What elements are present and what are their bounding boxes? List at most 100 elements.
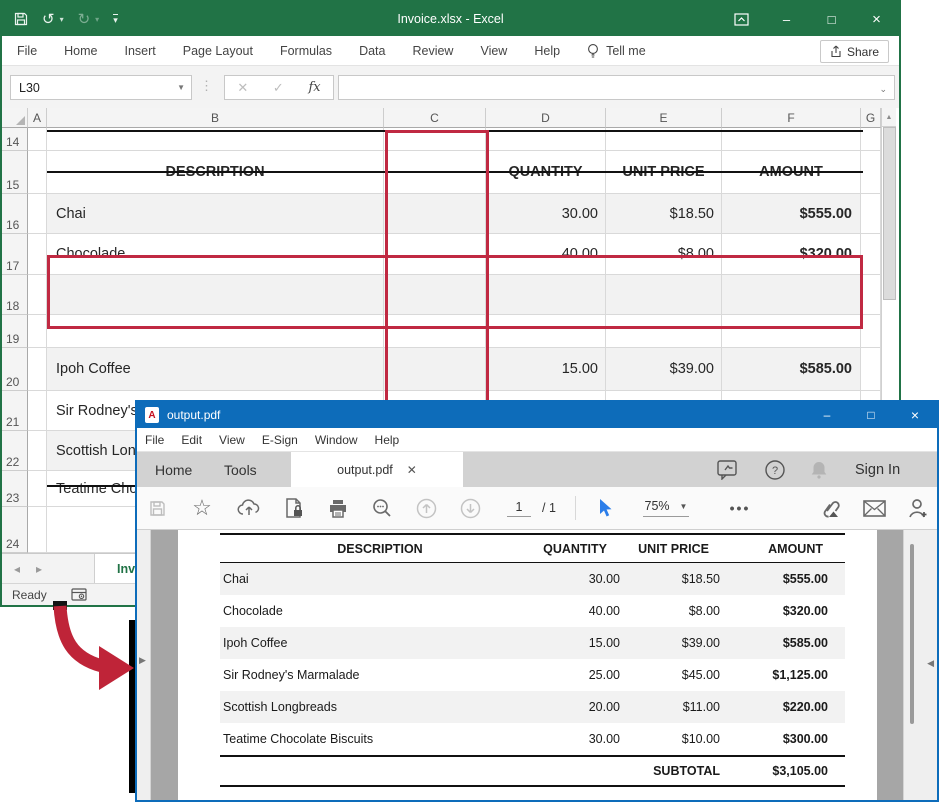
column-header-A[interactable]: A	[28, 108, 47, 128]
pdf-menu-window[interactable]: Window	[315, 433, 358, 447]
tab-close-icon[interactable]: ✕	[407, 463, 417, 477]
cell-C19[interactable]	[384, 315, 486, 348]
cell-E15[interactable]: UNIT PRICE	[606, 151, 722, 194]
customize-qat-icon[interactable]: ▾	[113, 14, 118, 25]
ribbon-tab-file[interactable]: File	[17, 44, 37, 58]
undo-icon[interactable]: ↺	[42, 12, 55, 27]
name-box-dropdown-icon[interactable]: ▼	[177, 83, 185, 92]
row-header-19[interactable]: 19	[2, 315, 28, 348]
formula-bar-expand-icon[interactable]: ⌄	[879, 84, 887, 95]
column-header-D[interactable]: D	[486, 108, 606, 128]
close-button[interactable]: ×	[854, 2, 899, 36]
tell-me-group[interactable]: Tell me	[587, 43, 646, 59]
cell-G17[interactable]	[861, 234, 881, 275]
cell-D18[interactable]	[486, 275, 606, 315]
cell-G20[interactable]	[861, 348, 881, 391]
cell-E18[interactable]	[606, 275, 722, 315]
row-header-14[interactable]: 14	[2, 128, 28, 151]
notifications-bell-icon[interactable]	[809, 452, 829, 487]
cell-F20[interactable]: $585.00	[722, 348, 861, 391]
favorites-star-icon[interactable]: ☆	[189, 487, 215, 529]
cell-C20[interactable]	[384, 348, 486, 391]
cell-F15[interactable]: AMOUNT	[722, 151, 861, 194]
pdf-maximize-button[interactable]: □	[849, 402, 893, 428]
cell-A15[interactable]	[28, 151, 47, 194]
print-icon[interactable]	[325, 487, 351, 529]
insert-function-icon[interactable]: fx	[308, 80, 320, 95]
cell-D17[interactable]: 40.00	[486, 234, 606, 275]
minimize-button[interactable]: –	[764, 2, 809, 36]
cell-B14[interactable]	[47, 128, 384, 151]
ribbon-tab-view[interactable]: View	[480, 44, 507, 58]
pdf-menu-file[interactable]: File	[145, 433, 164, 447]
cell-G15[interactable]	[861, 151, 881, 194]
cell-D15[interactable]: QUANTITY	[486, 151, 606, 194]
cell-E17[interactable]: $8.00	[606, 234, 722, 275]
cell-A17[interactable]	[28, 234, 47, 275]
undo-caret-icon[interactable]: ▾	[60, 15, 64, 24]
row-header-16[interactable]: 16	[2, 194, 28, 234]
ribbon-tab-home[interactable]: Home	[64, 44, 97, 58]
pdf-menu-edit[interactable]: Edit	[181, 433, 202, 447]
select-all-corner[interactable]	[2, 108, 28, 128]
cell-F17[interactable]: $320.00	[722, 234, 861, 275]
cell-B17[interactable]: Chocolade	[47, 234, 384, 275]
export-pdf-lock-icon[interactable]	[281, 487, 307, 529]
save-icon[interactable]	[14, 12, 28, 26]
row-header-15[interactable]: 15	[2, 151, 28, 194]
cell-A21[interactable]	[28, 391, 47, 431]
ribbon-tab-formulas[interactable]: Formulas	[280, 44, 332, 58]
cell-B18[interactable]	[47, 275, 384, 315]
column-header-E[interactable]: E	[606, 108, 722, 128]
shared-link-icon[interactable]	[815, 487, 843, 529]
row-header-21[interactable]: 21	[2, 391, 28, 431]
cell-E19[interactable]	[606, 315, 722, 348]
pdf-menu-view[interactable]: View	[219, 433, 245, 447]
cell-C15[interactable]	[384, 151, 486, 194]
pdf-scrollbar-thumb[interactable]	[910, 544, 914, 724]
formula-bar-resize-handle[interactable]: ⋮	[200, 78, 213, 94]
cell-A19[interactable]	[28, 315, 47, 348]
cell-D16[interactable]: 30.00	[486, 194, 606, 234]
column-header-C[interactable]: C	[384, 108, 486, 128]
ribbon-tab-data[interactable]: Data	[359, 44, 385, 58]
more-tools-icon[interactable]: •••	[725, 487, 755, 529]
row-header-20[interactable]: 20	[2, 348, 28, 391]
row-header-22[interactable]: 22	[2, 431, 28, 471]
column-header-B[interactable]: B	[47, 108, 384, 128]
tab-home[interactable]: Home	[155, 452, 192, 487]
sign-in-button[interactable]: Sign In	[855, 452, 900, 487]
cell-G16[interactable]	[861, 194, 881, 234]
cell-F19[interactable]	[722, 315, 861, 348]
ribbon-display-options-icon[interactable]	[719, 2, 764, 36]
page-number-value[interactable]: 1	[507, 500, 531, 517]
cell-C18[interactable]	[384, 275, 486, 315]
tab-tools[interactable]: Tools	[224, 452, 257, 487]
cell-A24[interactable]	[28, 507, 47, 553]
row-header-24[interactable]: 24	[2, 507, 28, 553]
cell-C16[interactable]	[384, 194, 486, 234]
maximize-button[interactable]: □	[809, 2, 854, 36]
page-number-input[interactable]: 1	[505, 487, 533, 529]
row-header-18[interactable]: 18	[2, 275, 28, 315]
cell-G18[interactable]	[861, 275, 881, 315]
macro-record-icon[interactable]	[71, 588, 87, 601]
select-tool-pointer-icon[interactable]	[593, 487, 617, 529]
cell-A16[interactable]	[28, 194, 47, 234]
name-box[interactable]: L30 ▼	[10, 75, 192, 100]
cell-E16[interactable]: $18.50	[606, 194, 722, 234]
zoom-level-dropdown[interactable]: 75%▼	[633, 487, 699, 529]
cell-A14[interactable]	[28, 128, 47, 151]
share-button[interactable]: Share	[820, 40, 889, 63]
cell-C17[interactable]	[384, 234, 486, 275]
ribbon-tab-insert[interactable]: Insert	[125, 44, 156, 58]
expand-left-pane-icon[interactable]: ▶	[139, 655, 146, 666]
expand-right-pane-icon[interactable]: ◀	[927, 658, 934, 669]
scroll-up-icon[interactable]: ▲	[882, 108, 896, 127]
cell-F18[interactable]	[722, 275, 861, 315]
ribbon-tab-review[interactable]: Review	[412, 44, 453, 58]
pdf-menu-help[interactable]: Help	[375, 433, 400, 447]
cell-F14[interactable]	[722, 128, 861, 151]
formula-bar-input[interactable]: ⌄	[338, 75, 895, 100]
cell-B20[interactable]: Ipoh Coffee	[47, 348, 384, 391]
